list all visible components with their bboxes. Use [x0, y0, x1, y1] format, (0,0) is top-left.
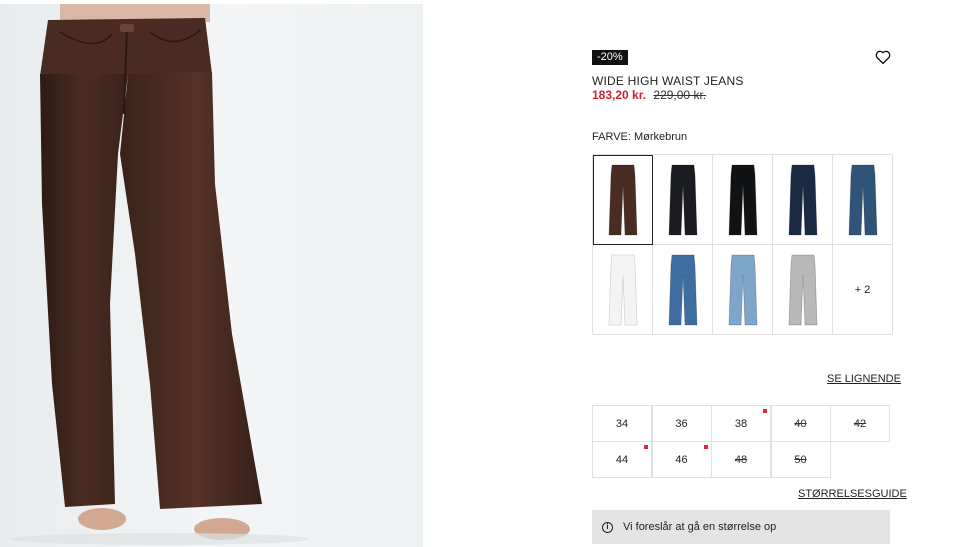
jeans-thumbnail: [728, 254, 757, 325]
low-stock-indicator: [703, 445, 708, 449]
size-option-50[interactable]: 50: [770, 441, 831, 478]
size-label: 48: [734, 453, 748, 466]
size-option-42[interactable]: 42: [830, 405, 890, 442]
size-option-36[interactable]: 36: [651, 405, 712, 442]
color-swatch-light-grey[interactable]: [773, 245, 833, 335]
color-swatch-ripped-blue[interactable]: [653, 245, 713, 335]
product-title: WIDE HIGH WAIST JEANS: [592, 74, 744, 88]
size-option-34[interactable]: 34: [592, 405, 652, 442]
size-guide-link[interactable]: STØRRELSESGUIDE: [798, 488, 907, 500]
jeans-thumbnail: [848, 164, 877, 235]
low-stock-indicator: [644, 445, 648, 449]
jeans-thumbnail: [788, 164, 817, 235]
color-swatch-white[interactable]: [593, 245, 653, 335]
jeans-thumbnail: [788, 254, 817, 325]
more-colors-button[interactable]: + 2: [833, 245, 893, 335]
size-option-40[interactable]: 40: [770, 405, 831, 442]
sale-price: 183,20 kr.: [592, 88, 647, 102]
size-grid: 34 36 38 40 42 44 46 48 50: [592, 405, 892, 479]
color-swatch-dark-navy[interactable]: [773, 155, 833, 245]
size-label: 34: [615, 417, 629, 430]
more-colors-label: + 2: [854, 283, 871, 296]
size-label: 38: [734, 417, 748, 430]
color-swatch-denim-blue[interactable]: [833, 155, 893, 245]
color-swatch-grid: + 2: [592, 154, 893, 335]
size-advice-text: Vi foreslår at gå en størrelse op: [623, 521, 777, 533]
color-swatch-dark-brown[interactable]: [593, 155, 653, 245]
size-option-38[interactable]: 38: [711, 405, 771, 442]
product-photo[interactable]: [0, 4, 423, 547]
size-option-44[interactable]: 44: [592, 441, 652, 478]
size-option-48[interactable]: 48: [711, 441, 771, 478]
favorite-button[interactable]: [874, 48, 892, 66]
size-label: 40: [794, 417, 807, 430]
discount-badge: -20%: [592, 50, 628, 65]
original-price: 229,00 kr.: [653, 88, 707, 102]
jeans-thumbnail: [608, 254, 637, 325]
size-label: 36: [675, 417, 688, 430]
low-stock-indicator: [763, 409, 767, 413]
jeans-thumbnail: [668, 254, 697, 325]
size-label: 46: [675, 453, 688, 466]
price-row: 183,20 kr. 229,00 kr.: [592, 88, 706, 102]
color-swatch-black-1[interactable]: [653, 155, 713, 245]
jeans-model-image: [10, 4, 310, 545]
size-option-46[interactable]: 46: [651, 441, 712, 478]
color-swatch-light-blue[interactable]: [713, 245, 773, 335]
jeans-thumbnail: [728, 164, 757, 235]
jeans-thumbnail: [668, 164, 697, 235]
size-advice-notice: i Vi foreslår at gå en størrelse op: [592, 510, 890, 544]
see-similar-link[interactable]: SE LIGNENDE: [827, 373, 901, 385]
size-label: 50: [794, 453, 807, 466]
jeans-thumbnail: [608, 164, 637, 235]
size-label: 44: [615, 453, 629, 466]
heart-icon: [875, 50, 891, 65]
size-label: 42: [853, 417, 867, 430]
color-swatch-black-2[interactable]: [713, 155, 773, 245]
info-icon: i: [602, 521, 613, 533]
color-label: FARVE: Mørkebrun: [592, 131, 688, 143]
